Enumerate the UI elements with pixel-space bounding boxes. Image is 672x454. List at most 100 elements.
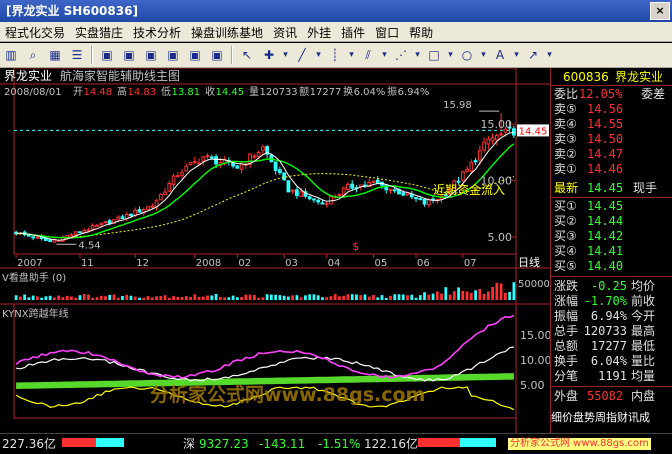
candle-body <box>465 168 469 172</box>
volume-bar <box>150 297 154 300</box>
volume-bar <box>435 291 439 300</box>
date-axis-label: 07 <box>464 258 477 269</box>
date-axis-label: 06 <box>417 258 430 269</box>
candle-body <box>426 199 431 206</box>
chevron-down-icon[interactable]: ▾ <box>545 45 554 65</box>
cursor-icon[interactable]: ↖ <box>237 45 257 65</box>
candle-body <box>146 206 150 210</box>
panel-footer-tabs[interactable]: 细价盘势周指财讯成 <box>551 411 650 425</box>
channel-icon[interactable]: ⫽ <box>358 45 378 65</box>
ask-price: 14.55 <box>587 117 624 131</box>
neipan-label: 内盘 <box>631 389 656 403</box>
menu-item[interactable]: 插件 <box>336 23 370 43</box>
candle-body <box>460 171 465 181</box>
candle-body <box>307 196 312 200</box>
candle-body <box>282 172 287 181</box>
stat-value: 6.94% <box>590 309 627 323</box>
ask-price: 14.46 <box>587 162 624 176</box>
chevron-down-icon[interactable]: ▾ <box>446 45 455 65</box>
bid-price: 14.42 <box>587 229 624 243</box>
indicator-title: 航海家智能辅助线主图 <box>60 68 180 83</box>
menu-item[interactable]: 操盘训练基地 <box>186 23 268 43</box>
candle-body <box>78 231 82 234</box>
volume-bar <box>65 295 69 300</box>
chevron-down-icon[interactable]: ▾ <box>380 45 389 65</box>
menu-bar: 程式化交易 实盘猎庄 技术分析 操盘训练基地 资讯 外挂 插件 窗口 帮助 <box>0 22 672 42</box>
volume-bar <box>40 297 44 300</box>
menu-item[interactable]: 技术分析 <box>128 23 186 43</box>
price-axis-label: 5.00 <box>488 231 513 244</box>
window-icon[interactable]: ▣ <box>141 45 161 65</box>
volume-bar <box>363 294 367 300</box>
date-axis-label: 05 <box>374 258 387 269</box>
crosshair-icon[interactable]: ✚ <box>259 45 279 65</box>
chevron-down-icon[interactable]: ▾ <box>347 45 356 65</box>
menu-item[interactable]: 程式化交易 <box>0 23 70 43</box>
window-icon[interactable]: ▣ <box>97 45 117 65</box>
list-icon[interactable]: ☰ <box>67 45 87 65</box>
chevron-down-icon[interactable]: ▾ <box>281 45 290 65</box>
toolbar: ▥ ⌕ ▦ ☰ ▣ ▣ ▣ ▣ ▣ ▣ ↖ ✚ ▾ ╱ ▾ ┊ ▾ ⫽ ▾ ⋰ ▾ □ ▾ ○ ▾ A ▾ ↗ ▾ <box>0 43 672 68</box>
volume-bar <box>308 294 312 300</box>
fan-icon[interactable]: ⋰ <box>391 45 411 65</box>
candle-body <box>48 239 53 243</box>
volume-bar <box>27 297 31 300</box>
menu-item[interactable]: 窗口 <box>370 23 404 43</box>
chevron-down-icon[interactable]: ▾ <box>314 45 323 65</box>
menu-item[interactable]: 外挂 <box>302 23 336 43</box>
info-label: 高 <box>117 85 127 98</box>
high-price-label: 15.98 <box>443 100 472 111</box>
menu-item[interactable]: 资讯 <box>268 23 302 43</box>
window-icon[interactable]: ▣ <box>185 45 205 65</box>
rect-icon[interactable]: □ <box>424 45 444 65</box>
menu-item[interactable]: 实盘猎庄 <box>70 23 128 43</box>
menu-item[interactable]: 帮助 <box>404 23 438 43</box>
candle-body <box>137 209 142 213</box>
info-value: 14.48 <box>84 87 113 98</box>
vline-icon[interactable]: ┊ <box>325 45 345 65</box>
volume-bar <box>252 294 256 300</box>
volume-bar <box>376 297 380 300</box>
indicator-axis-label: 5.00 <box>520 379 545 392</box>
candle-body <box>405 192 410 196</box>
line-icon[interactable]: ╱ <box>292 45 312 65</box>
candle-body <box>346 183 350 191</box>
chevron-down-icon[interactable]: ▾ <box>479 45 488 65</box>
chevron-down-icon[interactable]: ▾ <box>512 45 521 65</box>
candle-body <box>158 194 163 201</box>
volume-bar <box>70 296 73 300</box>
volume-bar <box>461 290 465 300</box>
ellipse-icon[interactable]: ○ <box>457 45 477 65</box>
volume-bar <box>244 294 248 300</box>
toolbar-separator <box>91 46 93 64</box>
volume-bar <box>223 297 226 300</box>
chart-area[interactable]: 界龙实业 航海家智能辅助线主图 2008/08/01 开 14.48 高 14.83 低 13.… <box>0 67 556 433</box>
arrow-icon[interactable]: ↗ <box>523 45 543 65</box>
find-icon[interactable]: ⌕ <box>23 45 43 65</box>
ask-label: 卖① <box>554 162 577 176</box>
weidiff-label: 委差 <box>641 87 666 101</box>
volume-bar <box>23 294 27 300</box>
period-label[interactable]: 日线 <box>518 255 540 269</box>
ask-label: 卖④ <box>554 117 577 131</box>
date-axis-label: 12 <box>136 258 149 269</box>
ask-label: 卖③ <box>554 132 577 146</box>
chevron-down-icon[interactable]: ▾ <box>413 45 422 65</box>
ask-price: 14.47 <box>587 147 624 161</box>
window-icon[interactable]: ▣ <box>207 45 227 65</box>
info-value: 14.45 <box>216 87 245 98</box>
close-window-button[interactable]: × <box>650 2 670 20</box>
stock-name: 界龙实业 <box>4 68 52 83</box>
indicator-magenta-line <box>15 314 515 379</box>
candle-body <box>388 188 393 191</box>
volume-bar <box>197 296 201 300</box>
quote-panel: 600836 界龙实业 委比 12.05% 委差 卖⑤ 14.56 卖④ 14.55 卖③ 14.5… <box>550 68 672 433</box>
window-icon[interactable]: ▣ <box>163 45 183 65</box>
chart-canvas[interactable]: 界龙实业 航海家智能辅助线主图 2008/08/01 开 14.48 高 14.83 低 13.… <box>0 67 556 433</box>
window-icon[interactable]: ▣ <box>119 45 139 65</box>
candle-body <box>312 198 316 201</box>
grid-icon[interactable]: ▦ <box>45 45 65 65</box>
text-icon[interactable]: A <box>490 45 510 65</box>
candle-body <box>499 133 503 136</box>
bar-chart-icon[interactable]: ▥ <box>1 45 21 65</box>
